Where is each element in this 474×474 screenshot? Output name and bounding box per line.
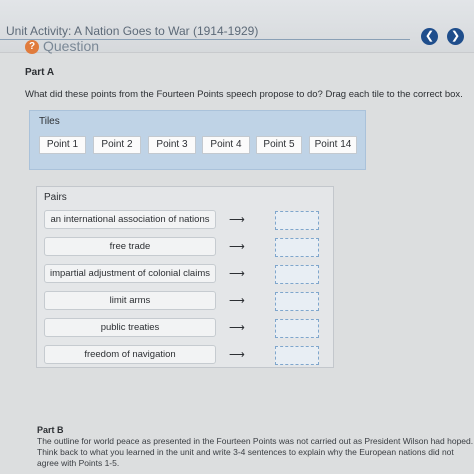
drop-zone-3[interactable]	[275, 265, 319, 284]
chevron-left-icon: ❮	[424, 30, 435, 42]
tile-point-4[interactable]: Point 4	[202, 136, 250, 154]
arrow-icon: ⟶	[229, 268, 245, 280]
pairs-panel: Pairs an international association of na…	[36, 186, 334, 368]
question-icon: ?	[25, 40, 39, 54]
chevron-right-icon: ❯	[450, 30, 461, 42]
drop-zone-5[interactable]	[275, 319, 319, 338]
pair-item-limit-arms: limit arms	[44, 291, 216, 310]
arrow-icon: ⟶	[229, 214, 245, 226]
arrow-icon: ⟶	[229, 295, 245, 307]
tile-point-5[interactable]: Point 5	[256, 136, 302, 154]
tiles-panel: Tiles Point 1 Point 2 Point 3 Point 4 Po…	[29, 110, 366, 170]
drop-zone-2[interactable]	[275, 238, 319, 257]
tile-point-3[interactable]: Point 3	[148, 136, 196, 154]
tile-point-2[interactable]: Point 2	[93, 136, 141, 154]
pair-item-colonial-claims: impartial adjustment of colonial claims	[44, 264, 216, 283]
tile-point-14[interactable]: Point 14	[309, 136, 357, 154]
part-a-heading: Part A	[25, 67, 55, 78]
drop-zone-4[interactable]	[275, 292, 319, 311]
question-label: Question	[43, 38, 100, 54]
part-b-prompt: The outline for world peace as presented…	[37, 436, 474, 468]
pair-item-association: an international association of nations	[44, 210, 216, 229]
pairs-label: Pairs	[44, 192, 67, 203]
tiles-label: Tiles	[39, 116, 60, 127]
arrow-icon: ⟶	[229, 322, 245, 334]
unit-title: Unit Activity: A Nation Goes to War (191…	[6, 24, 259, 38]
pair-item-public-treaties: public treaties	[44, 318, 216, 337]
part-b-heading: Part B	[37, 425, 64, 435]
drop-zone-6[interactable]	[275, 346, 319, 365]
drop-zone-1[interactable]	[275, 211, 319, 230]
tile-point-1[interactable]: Point 1	[39, 136, 86, 154]
part-a-prompt: What did these points from the Fourteen …	[25, 89, 463, 100]
next-button[interactable]: ❯	[447, 28, 464, 45]
arrow-icon: ⟶	[229, 349, 245, 361]
previous-button[interactable]: ❮	[421, 28, 438, 45]
pair-item-free-trade: free trade	[44, 237, 216, 256]
arrow-icon: ⟶	[229, 241, 245, 253]
top-bar: Unit Activity: A Nation Goes to War (191…	[0, 0, 474, 54]
pair-item-navigation: freedom of navigation	[44, 345, 216, 364]
